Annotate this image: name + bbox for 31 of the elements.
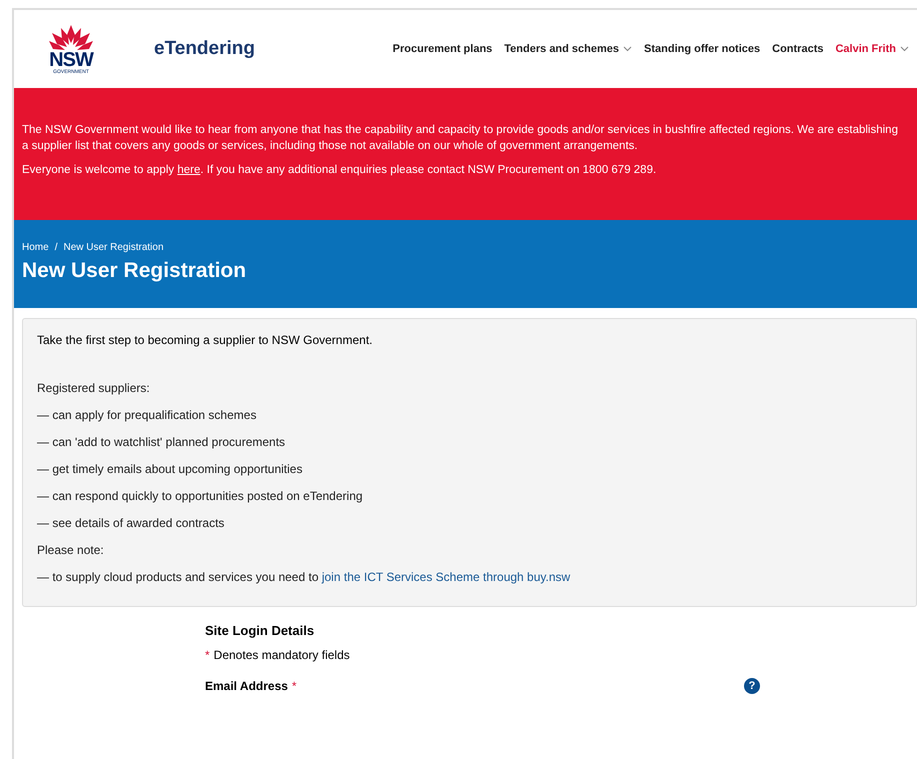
required-mark: * (205, 648, 210, 662)
benefit-item: — see details of awarded contracts (37, 516, 226, 530)
alert-message: Everyone is welcome to apply here. If you have any additional enquiries please contact NSW Procurement on 1800 679 289. (22, 163, 658, 178)
nav-link[interactable]: Calvin Frith (835, 43, 909, 55)
note-item: — to supply cloud products and services you need to join the ICT Services Scheme through buy.nsw (37, 570, 572, 584)
apply-link[interactable]: here (177, 164, 200, 176)
page-title: New User Registration (22, 259, 248, 283)
list-heading: Registered suppliers: (37, 381, 151, 395)
site-name[interactable]: eTendering (154, 38, 255, 60)
nav-link[interactable]: Tenders and schemes (504, 43, 632, 55)
benefit-item: — get timely emails about upcoming opportunities (37, 462, 304, 476)
section-title: Site Login Details (205, 623, 316, 638)
ict-scheme-link[interactable]: join the ICT Services Scheme through buy.nsw (322, 570, 570, 584)
breadcrumb-separator: / (54, 242, 58, 253)
logo-wordmark: NSW (49, 51, 93, 69)
help-icon[interactable]: ? (744, 678, 760, 694)
breadcrumb-link[interactable]: New User Registration (63, 242, 164, 253)
waratah-flower-icon (47, 23, 95, 51)
intro-text: Take the first step to becoming a supplier to NSW Government. (37, 333, 374, 347)
benefit-item: — can apply for prequalification schemes (37, 408, 258, 422)
required-mark: * (292, 679, 297, 693)
benefit-item: — can respond quickly to opportunities posted on eTendering (37, 489, 364, 503)
note-heading: Please note: (37, 543, 105, 557)
alert-message: The NSW Government would like to hear from anyone that has the capability and capacity to provide goods and/or services in bushfire affected regions. We are establishing a supplier list that covers any goods or services, including those not available on our whole of government arrangements. (22, 123, 899, 154)
mandatory-note: Denotes mandatory fields (214, 648, 350, 662)
nav-link[interactable]: Standing offer notices (644, 43, 760, 55)
nav-link[interactable]: Contracts (772, 43, 824, 55)
breadcrumb-link[interactable]: Home (22, 242, 49, 253)
benefit-item: — can 'add to watchlist' planned procurements (37, 435, 286, 449)
field-label: Email Address (205, 679, 288, 693)
nav-link[interactable]: Procurement plans (392, 43, 492, 55)
